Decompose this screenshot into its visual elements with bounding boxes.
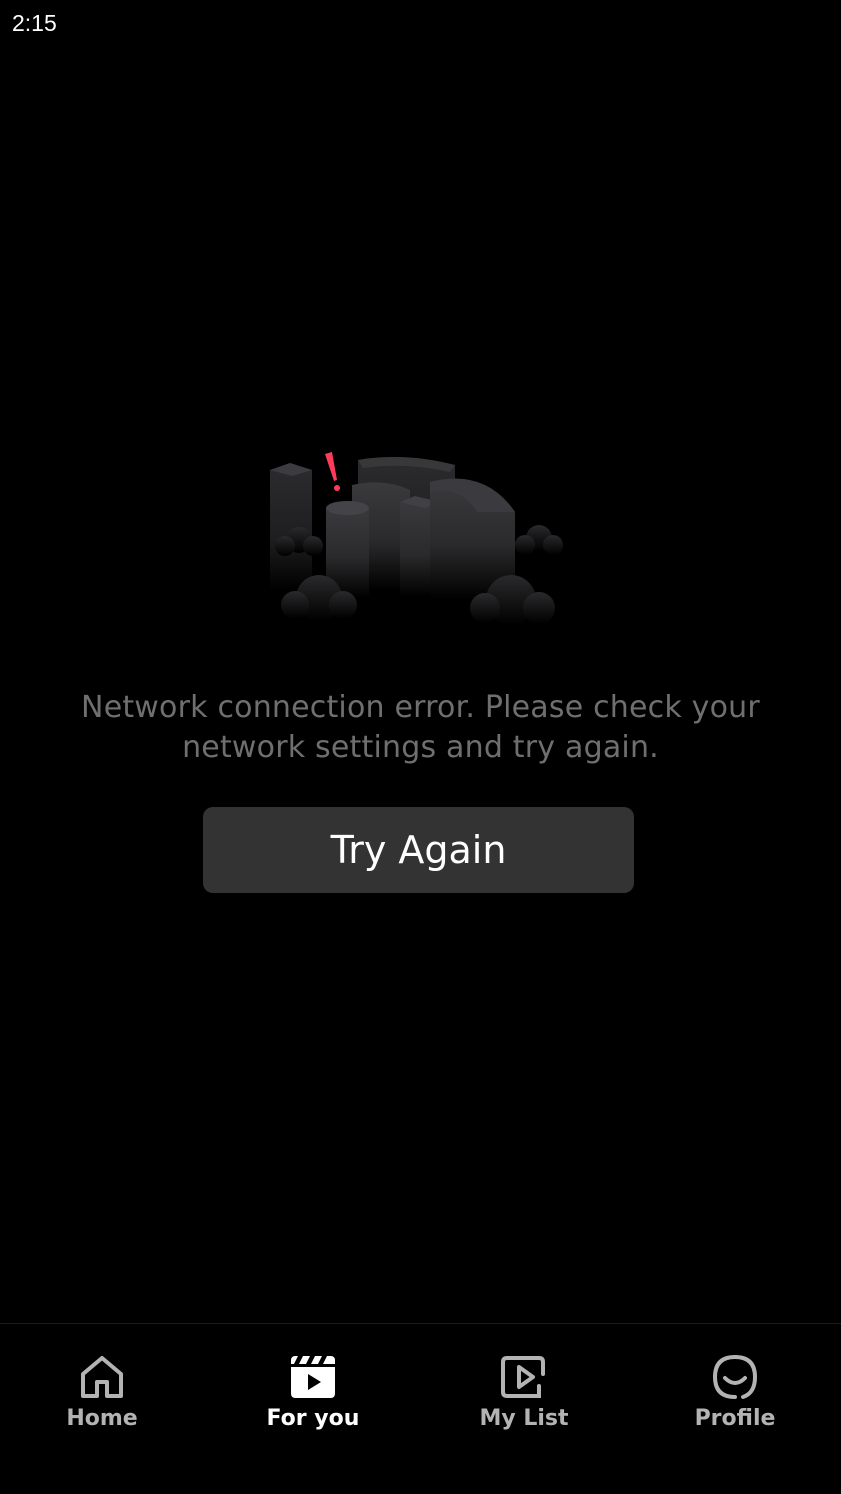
nav-label-profile: Profile [694,1406,776,1431]
play-list-icon [501,1356,545,1398]
nav-item-profile[interactable]: Profile [630,1324,840,1464]
status-bar: 2:15 [0,0,841,50]
clapperboard-play-icon [291,1356,335,1398]
nav-item-my-list[interactable]: My List [419,1324,629,1464]
bottom-nav: Home For you My List Profile [0,1323,841,1494]
error-message: Network connection error. Please check y… [81,690,760,765]
nav-item-for-you[interactable]: For you [208,1324,418,1464]
nav-item-home[interactable]: Home [0,1324,207,1464]
try-again-button[interactable]: Try Again [203,807,634,893]
smiley-face-icon [712,1354,758,1399]
nav-label-my-list: My List [479,1406,569,1431]
status-time: 2:15 [12,10,57,36]
network-error-city-icon [270,452,563,625]
home-icon [81,1356,123,1398]
nav-label-home: Home [66,1406,138,1431]
nav-label-for-you: For you [266,1406,360,1431]
